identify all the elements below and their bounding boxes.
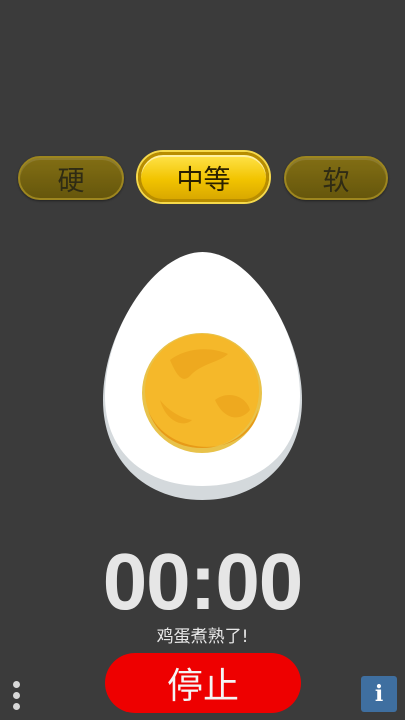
status-message: 鸡蛋煮熟了! bbox=[156, 627, 249, 647]
stop-button-label: 停止 bbox=[166, 666, 239, 707]
egg-illustration bbox=[103, 252, 302, 500]
info-icon: i bbox=[374, 681, 384, 707]
tab-hard[interactable]: 硬 bbox=[18, 156, 124, 200]
menu-dot bbox=[13, 703, 20, 710]
tab-medium-label: 中等 bbox=[176, 164, 231, 196]
menu-dot bbox=[13, 681, 20, 688]
menu-dot bbox=[13, 692, 20, 699]
info-button[interactable]: i bbox=[361, 676, 397, 712]
tab-soft[interactable]: 软 bbox=[284, 156, 388, 200]
tab-medium[interactable]: 中等 bbox=[138, 152, 269, 202]
stop-button[interactable]: 停止 bbox=[105, 653, 301, 713]
boiled-egg-image bbox=[100, 250, 305, 502]
vertical-dots-icon[interactable] bbox=[8, 678, 26, 714]
tab-soft-label: 软 bbox=[322, 165, 350, 197]
tab-hard-label: 硬 bbox=[57, 165, 85, 197]
countdown-timer: 00:00 bbox=[102, 537, 304, 626]
